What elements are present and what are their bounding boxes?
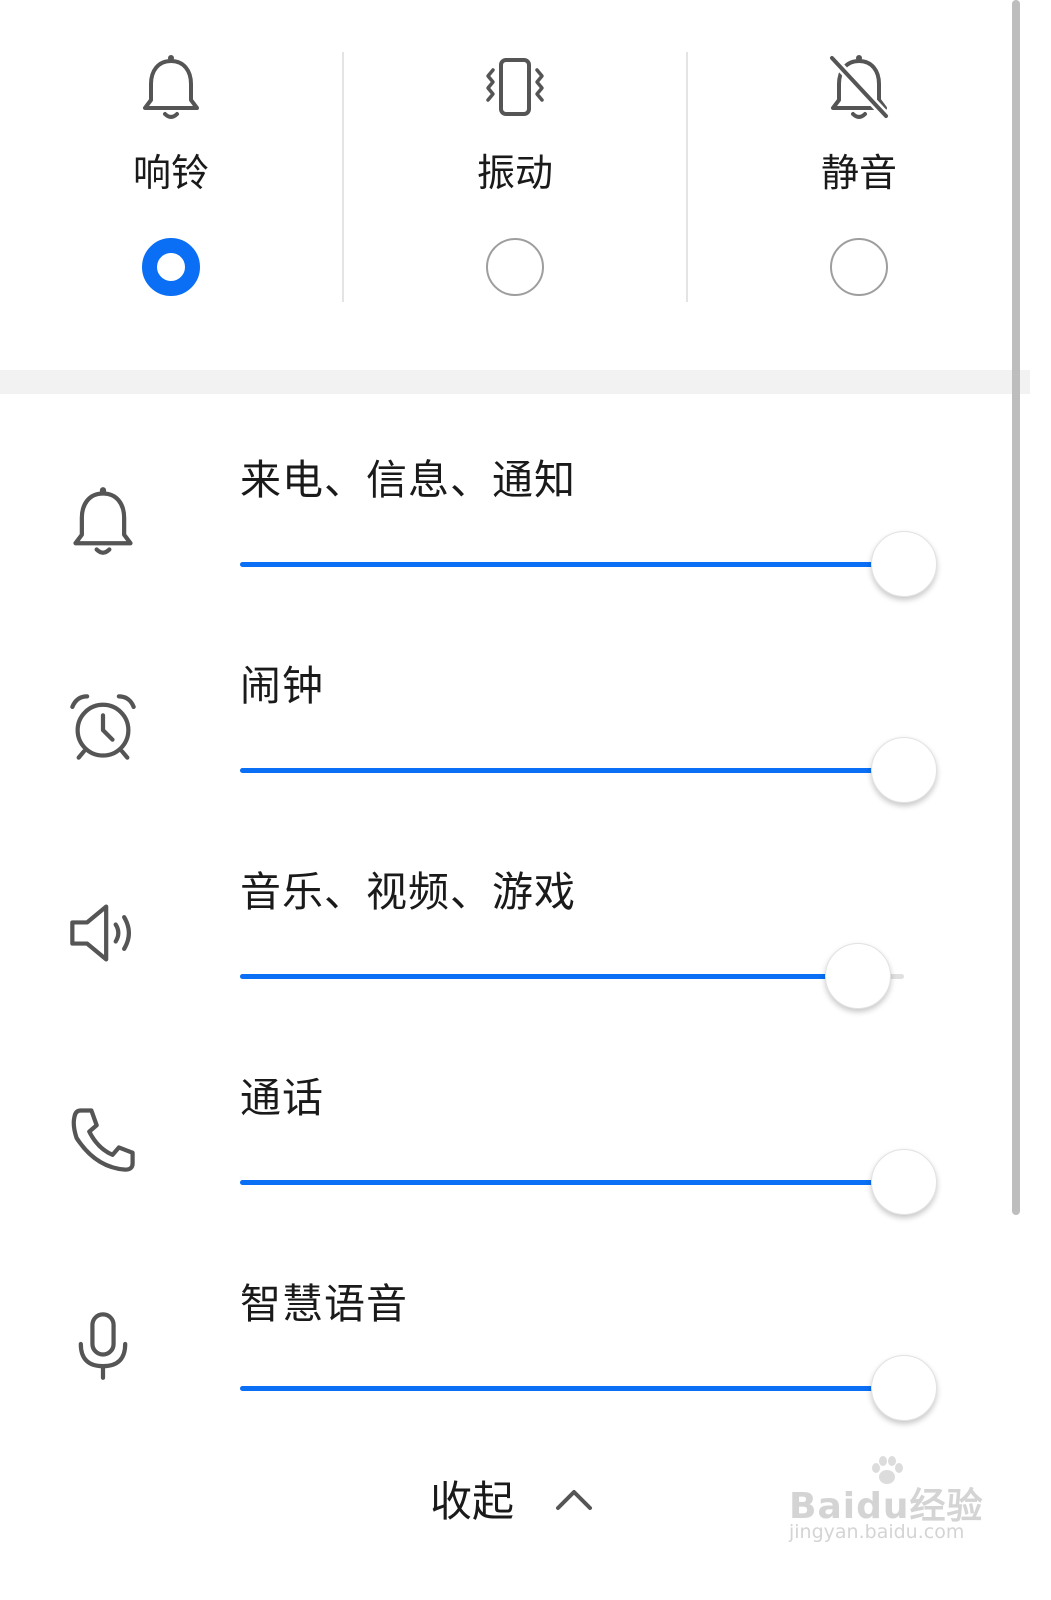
phone-icon xyxy=(71,1108,135,1172)
microphone-icon xyxy=(78,1312,128,1380)
mode-vibrate-radio[interactable] xyxy=(486,238,544,296)
volume-label: 闹钟 xyxy=(240,662,324,710)
volume-slider-track[interactable] xyxy=(240,531,937,597)
volume-row-assistant: 智慧语音 xyxy=(0,1276,1030,1482)
volume-slider-fill xyxy=(240,1180,904,1185)
volume-slider-fill xyxy=(240,768,904,773)
collapse-label: 收起 xyxy=(430,1477,515,1526)
volume-slider-thumb[interactable] xyxy=(871,737,937,803)
bell-icon xyxy=(73,487,133,555)
bell-icon xyxy=(143,55,199,119)
volume-slider-thumb[interactable] xyxy=(871,1149,937,1215)
mode-ring-radio[interactable] xyxy=(142,238,200,296)
bell-off-icon xyxy=(828,54,890,120)
volume-row-media: 音乐、视频、游戏 xyxy=(0,864,1030,1070)
volume-slider-thumb[interactable] xyxy=(824,943,891,1009)
sound-settings-panel: 响铃 振动 静音 来电、信息、通知 闹钟 音乐、视频、游戏 通话 智慧语音 收起… xyxy=(0,0,1051,1600)
volume-slider-fill xyxy=(240,974,858,979)
baidu-watermark: Baidu经验 jingyan.baidu.com xyxy=(785,1455,982,1550)
volume-row-alarm: 闹钟 xyxy=(0,658,1030,864)
volume-slider-thumb[interactable] xyxy=(871,531,937,597)
mode-silent-label: 静音 xyxy=(820,151,897,195)
section-divider-band xyxy=(0,370,1030,394)
volume-row-ring: 来电、信息、通知 xyxy=(0,452,1030,658)
chevron-up-icon xyxy=(556,1490,592,1510)
volume-slider-thumb[interactable] xyxy=(871,1355,937,1421)
vibrate-icon xyxy=(486,58,544,116)
scrollbar[interactable] xyxy=(1012,0,1020,1215)
volume-label: 音乐、视频、游戏 xyxy=(240,868,576,916)
mode-silent-radio[interactable] xyxy=(830,238,888,296)
volume-label: 通话 xyxy=(240,1074,324,1122)
sound-mode-selector: 响铃 振动 静音 xyxy=(0,0,1030,372)
volume-slider-track[interactable] xyxy=(240,1355,937,1421)
mode-silent[interactable]: 静音 xyxy=(688,0,1030,372)
volume-slider-fill xyxy=(240,1386,904,1391)
volume-slider-track[interactable] xyxy=(240,1149,937,1215)
mode-ring-label: 响铃 xyxy=(132,151,209,195)
speaker-icon xyxy=(70,904,132,962)
volume-label: 来电、信息、通知 xyxy=(240,456,576,504)
volume-label: 智慧语音 xyxy=(240,1280,408,1328)
volume-slider-track[interactable] xyxy=(240,943,904,1009)
volume-slider-track[interactable] xyxy=(240,737,937,803)
mode-vibrate-label: 振动 xyxy=(476,151,553,195)
mode-ring[interactable]: 响铃 xyxy=(0,0,342,372)
volume-slider-fill xyxy=(240,562,904,567)
alarm-clock-icon xyxy=(70,694,136,760)
mode-vibrate[interactable]: 振动 xyxy=(344,0,686,372)
volume-row-call: 通话 xyxy=(0,1070,1030,1276)
watermark-url: jingyan.baidu.com xyxy=(789,1521,965,1543)
